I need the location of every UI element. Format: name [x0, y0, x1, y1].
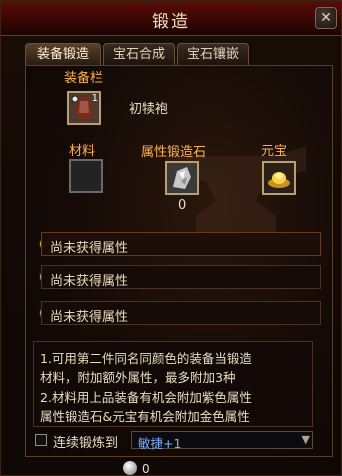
continuous-forge-checkbox[interactable]: [35, 434, 47, 446]
bottom-count: 0: [142, 462, 150, 476]
tab-equipment-forge[interactable]: 装备锻造: [25, 43, 101, 65]
material-slot-label: 材料: [69, 144, 96, 159]
equipment-slot[interactable]: 1: [67, 91, 101, 125]
equipment-count: 1: [91, 93, 98, 104]
silver-coin-icon: [123, 461, 137, 475]
yuanbao-slot[interactable]: [262, 161, 296, 195]
info-line: 2.材料用上品装备有机会附加紫色属性: [40, 390, 252, 405]
continuous-forge-dropdown[interactable]: 敏捷+1 ▼: [131, 431, 313, 451]
attribute-text: 尚未获得属性: [50, 274, 129, 289]
dropdown-selected-value: 敏捷+1: [138, 436, 182, 451]
attribute-text: 尚未获得属性: [50, 310, 129, 325]
forge-stone-count: 0: [178, 198, 187, 213]
attribute-row[interactable]: 尚未获得属性: [41, 232, 321, 256]
chevron-down-icon[interactable]: ▼: [302, 433, 310, 446]
window-title: 锻造: [152, 12, 190, 32]
forge-stone-icon: [167, 163, 197, 193]
info-line: 材料，附加额外属性，最多附加3种: [40, 370, 236, 385]
equipment-item-name: 初犊袍: [129, 102, 169, 117]
tab-gem-inlay[interactable]: 宝石镶嵌: [177, 43, 249, 65]
attribute-row[interactable]: 尚未获得属性: [41, 265, 321, 289]
material-slot[interactable]: [69, 159, 103, 193]
equipment-slot-label: 装备栏: [64, 71, 104, 86]
attribute-row[interactable]: 尚未获得属性: [41, 301, 321, 325]
forge-window: 锻造 ✕ 装备锻造 宝石合成 宝石镶嵌 装备栏 1 初犊袍 材料 属性锻造石 0…: [0, 0, 342, 476]
tab-gem-synthesis[interactable]: 宝石合成: [103, 43, 175, 65]
yuanbao-label: 元宝: [261, 144, 288, 159]
close-button[interactable]: ✕: [315, 7, 337, 29]
info-line: 1.可用第二件同名同颜色的装备当锻造: [40, 351, 252, 366]
attribute-text: 尚未获得属性: [50, 241, 129, 256]
info-line: 属性锻造石&元宝有机会附加金色属性: [40, 409, 250, 424]
close-icon: ✕: [320, 10, 332, 26]
title-bar[interactable]: 锻造 ✕: [1, 1, 341, 36]
continuous-forge-label: 连续锻炼到: [53, 436, 119, 451]
forge-instructions: 1.可用第二件同名同颜色的装备当锻造 材料，附加额外属性，最多附加3种 2.材料…: [33, 341, 313, 427]
forge-stone-slot[interactable]: [165, 161, 199, 195]
yuanbao-icon: [264, 163, 294, 193]
forge-stone-label: 属性锻造石: [141, 145, 207, 160]
